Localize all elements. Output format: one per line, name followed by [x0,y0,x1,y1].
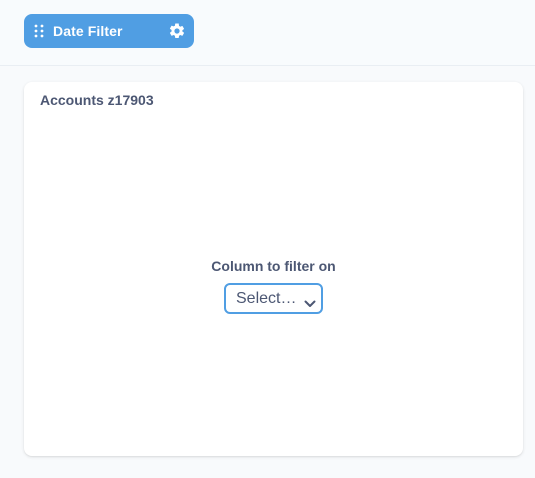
dashboard-canvas: Date Filter Accounts z17903 Column to fi… [0,0,535,478]
column-to-filter-label: Column to filter on [211,258,336,274]
select-value: Select… [236,289,297,307]
filter-mapping-panel: Column to filter on Select… [24,258,523,314]
filter-label: Date Filter [53,23,123,39]
date-filter-chip[interactable]: Date Filter [24,14,194,48]
filter-bar: Date Filter [0,0,535,66]
gear-icon[interactable] [168,22,186,40]
dashboard-card: Accounts z17903 Column to filter on Sele… [24,82,523,456]
chevron-down-icon [304,295,316,307]
card-title: Accounts z17903 [40,92,154,108]
column-select[interactable]: Select… [224,283,323,314]
drag-handle-icon[interactable] [34,24,44,38]
